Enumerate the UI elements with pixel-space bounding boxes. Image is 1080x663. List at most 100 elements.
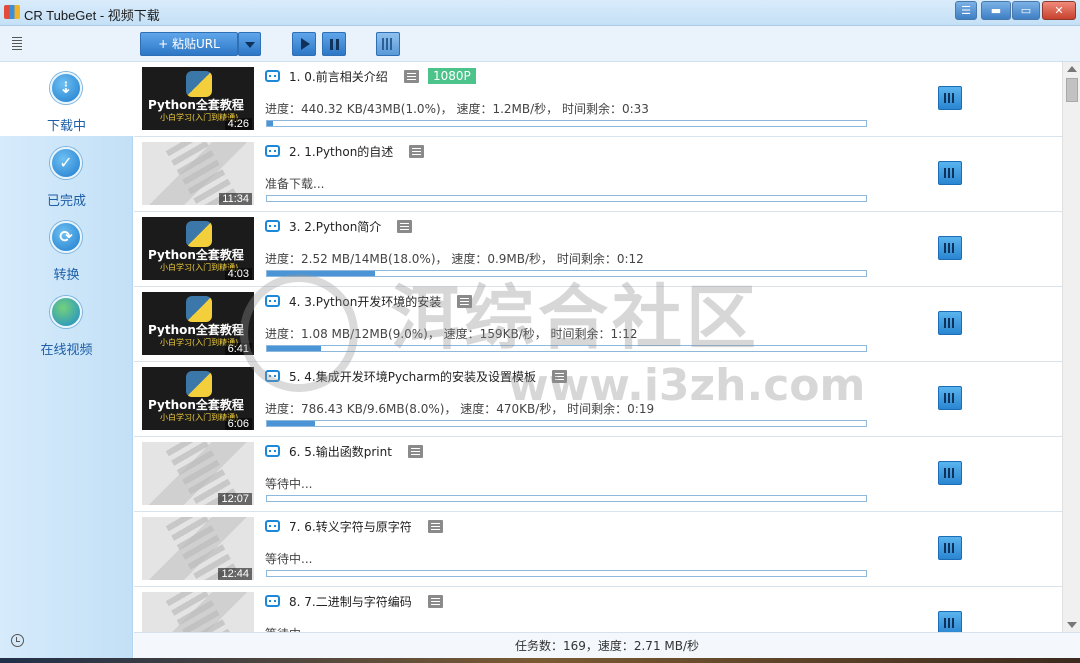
download-item[interactable]: 12:07 6. 5.输出函数print 等待中... <box>134 437 1062 512</box>
video-thumbnail[interactable]: 11:34 <box>142 142 254 205</box>
pause-download-button[interactable] <box>938 461 962 485</box>
scroll-up-icon[interactable] <box>1067 66 1077 72</box>
bilibili-tv-icon <box>265 295 280 307</box>
video-duration: 11:34 <box>219 193 252 205</box>
scroll-down-icon[interactable] <box>1067 622 1077 628</box>
download-status: 进度：2.52 MB/14MB(18.0%)， 速度：0.9MB/秒， 时间剩余… <box>265 252 644 266</box>
video-duration: 4:26 <box>224 118 252 130</box>
sidebar-item-label: 已完成 <box>46 194 86 209</box>
sidebar-item-online-video[interactable]: 在线视频 <box>0 286 133 360</box>
convert-icon: ⟳ <box>50 221 82 253</box>
video-thumbnail[interactable] <box>142 592 254 632</box>
download-status: 进度：786.43 KB/9.6MB(8.0%)， 速度：470KB/秒， 时间… <box>265 402 655 416</box>
sidebar-item-label: 下载中 <box>46 119 86 134</box>
subtitle-doc-icon[interactable] <box>428 520 443 533</box>
sidebar: ⇣ 下载中 ✓ 已完成 ⟳ 转换 在线视频 <box>0 62 133 663</box>
video-title: 8. 7.二进制与字符编码 <box>289 595 412 609</box>
list-view-icon[interactable] <box>12 37 22 50</box>
progress-bar <box>266 270 867 277</box>
subtitle-doc-icon[interactable] <box>552 370 567 383</box>
app-logo-icon <box>4 5 20 19</box>
progress-bar <box>266 345 867 352</box>
film-strip-icon <box>165 592 239 632</box>
download-item[interactable]: 11:34 2. 1.Python的自述 准备下载... <box>134 137 1062 212</box>
subtitle-doc-icon[interactable] <box>428 595 443 608</box>
thumbnail-title: Python全套教程 <box>148 248 244 262</box>
progress-fill <box>267 121 273 126</box>
download-status: 等待中... <box>265 625 312 632</box>
subtitle-doc-icon[interactable] <box>457 295 472 308</box>
bilibili-tv-icon <box>265 145 280 157</box>
pause-all-button[interactable] <box>322 32 346 56</box>
globe-icon <box>50 296 82 328</box>
progress-bar <box>266 195 867 202</box>
thumbnail-title: Python全套教程 <box>148 98 244 112</box>
download-item[interactable]: Python全套教程 小白学习(入门到精通) 4:03 3. 2.Python简介进度… <box>134 212 1062 287</box>
download-item[interactable]: Python全套教程 小白学习(入门到精通) 6:06 5. 4.集成开发环境Pych… <box>134 362 1062 437</box>
subtitle-doc-icon[interactable] <box>408 445 423 458</box>
vertical-scrollbar[interactable] <box>1062 62 1080 632</box>
sidebar-item-downloading[interactable]: ⇣ 下载中 <box>0 62 133 136</box>
sidebar-item-completed[interactable]: ✓ 已完成 <box>0 137 133 211</box>
sidebar-item-convert[interactable]: ⟳ 转换 <box>0 211 133 285</box>
minimize-button[interactable]: ▬ <box>981 1 1011 20</box>
progress-bar <box>266 120 867 127</box>
start-all-button[interactable] <box>292 32 316 56</box>
resolution-badge: 1080P <box>428 68 476 84</box>
paste-url-button[interactable]: + 粘贴URL <box>140 32 238 56</box>
video-thumbnail[interactable]: 12:07 <box>142 442 254 505</box>
python-logo-icon <box>186 296 212 322</box>
bilibili-tv-icon <box>265 445 280 457</box>
status-bar: 任务数：169，速度：2.71 MB/秒 <box>134 632 1080 658</box>
download-item[interactable]: Python全套教程 小白学习(入门到精通) 6:41 4. 3.Python开发环境… <box>134 287 1062 362</box>
paste-url-dropdown-button[interactable] <box>238 32 261 56</box>
subtitle-doc-icon[interactable] <box>404 70 419 83</box>
video-thumbnail[interactable]: Python全套教程 小白学习(入门到精通) 6:41 <box>142 292 254 355</box>
video-duration: 4:03 <box>224 268 252 280</box>
window-menu-button[interactable]: ☰ <box>955 1 977 20</box>
pause-download-button[interactable] <box>938 611 962 632</box>
progress-fill <box>267 271 375 276</box>
download-item[interactable]: Python全套教程 小白学习(入门到精通) 4:26 1. 0.前言相关介绍 1080… <box>134 62 1062 137</box>
pause-download-button[interactable] <box>938 311 962 335</box>
video-duration: 6:41 <box>224 343 252 355</box>
progress-bar <box>266 420 867 427</box>
download-status: 进度：1.08 MB/12MB(9.0%)， 速度：159KB/秒， 时间剩余：… <box>265 327 638 341</box>
download-status: 进度：440.32 KB/43MB(1.0%)， 速度：1.2MB/秒， 时间剩… <box>265 102 649 116</box>
clock-icon[interactable] <box>11 634 24 647</box>
progress-bar <box>266 570 867 577</box>
maximize-button[interactable]: ▭ <box>1012 1 1040 20</box>
video-title: 3. 2.Python简介 <box>289 220 382 234</box>
scrollbar-thumb[interactable] <box>1066 78 1078 102</box>
video-thumbnail[interactable]: Python全套教程 小白学习(入门到精通) 4:26 <box>142 67 254 130</box>
subtitle-doc-icon[interactable] <box>409 145 424 158</box>
video-thumbnail[interactable]: Python全套教程 小白学习(入门到精通) 4:03 <box>142 217 254 280</box>
pause-download-button[interactable] <box>938 236 962 260</box>
download-item[interactable]: 8. 7.二进制与字符编码等待中... <box>134 587 1062 632</box>
download-item[interactable]: 12:44 7. 6.转义字符与原字符 等待中... <box>134 512 1062 587</box>
video-duration: 12:07 <box>218 493 252 505</box>
sidebar-item-label: 转换 <box>53 268 80 283</box>
subtitle-doc-icon[interactable] <box>397 220 412 233</box>
python-logo-icon <box>186 371 212 397</box>
bilibili-tv-icon <box>265 220 280 232</box>
download-status: 等待中... <box>265 477 313 491</box>
video-title: 5. 4.集成开发环境Pycharm的安装及设置模板 <box>289 370 537 384</box>
sidebar-item-label: 在线视频 <box>40 343 93 358</box>
bilibili-tv-icon <box>265 70 280 82</box>
settings-grid-button[interactable] <box>376 32 400 56</box>
close-button[interactable]: ✕ <box>1042 1 1076 20</box>
pause-download-button[interactable] <box>938 386 962 410</box>
pause-download-button[interactable] <box>938 161 962 185</box>
download-icon: ⇣ <box>50 72 82 104</box>
video-title: 6. 5.输出函数print <box>289 445 392 459</box>
check-icon: ✓ <box>50 147 82 179</box>
thumbnail-title: Python全套教程 <box>148 398 244 412</box>
video-duration: 6:06 <box>224 418 252 430</box>
bilibili-tv-icon <box>265 520 280 532</box>
download-status: 等待中... <box>265 552 313 566</box>
video-thumbnail[interactable]: Python全套教程 小白学习(入门到精通) 6:06 <box>142 367 254 430</box>
video-thumbnail[interactable]: 12:44 <box>142 517 254 580</box>
pause-download-button[interactable] <box>938 86 962 110</box>
pause-download-button[interactable] <box>938 536 962 560</box>
